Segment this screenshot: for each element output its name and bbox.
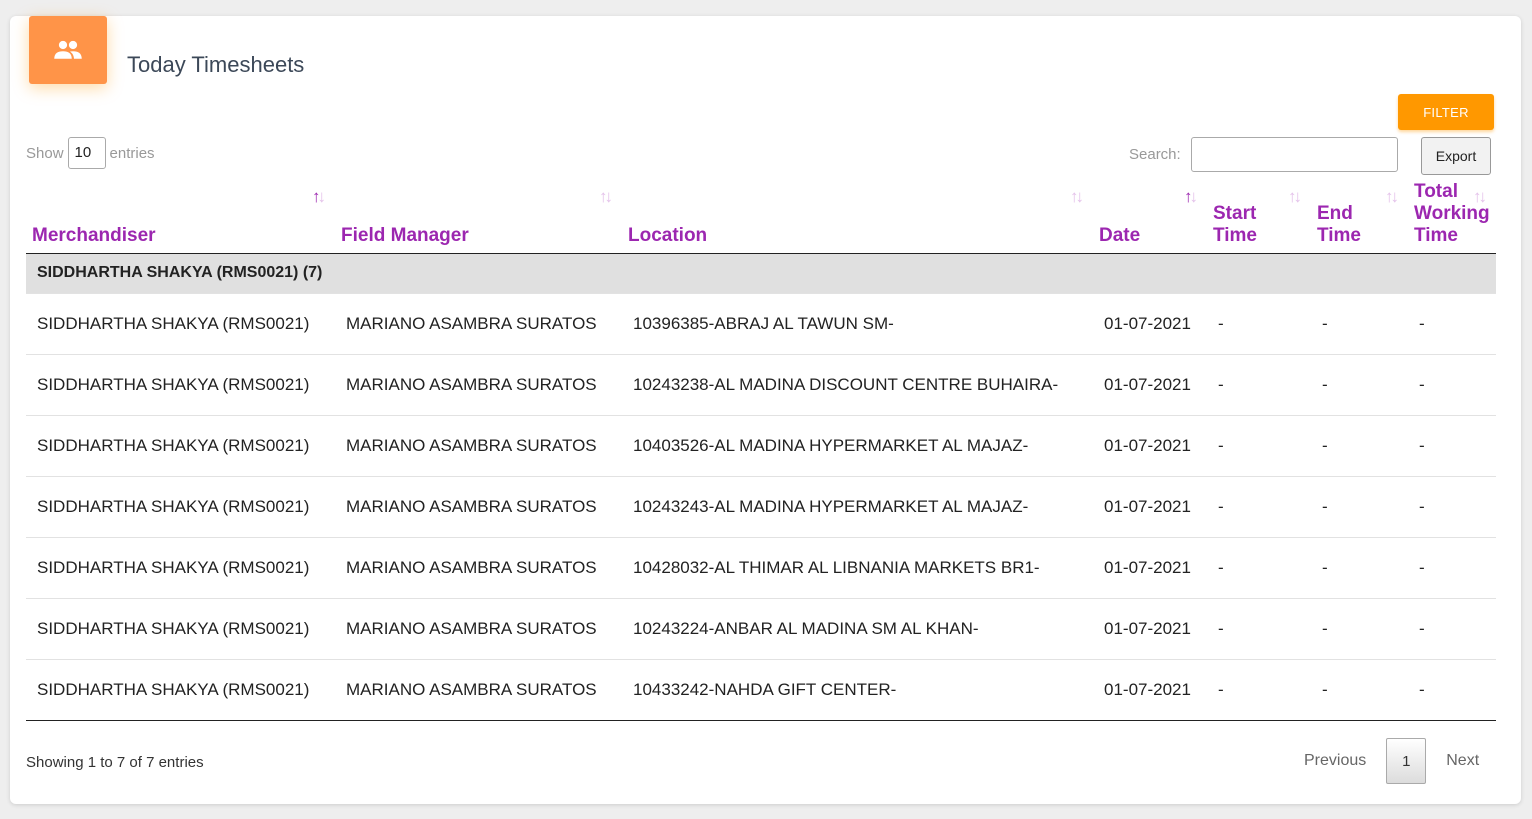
column-header-date[interactable]: Date ↑↓ [1093,180,1207,254]
search-label: Search: [1129,146,1181,163]
cell-end-time: - [1311,597,1408,659]
column-header-total-working-time[interactable]: Total Working Time ↑↓ [1408,180,1496,254]
people-icon [54,40,82,59]
cell-end-time: - [1311,658,1408,721]
column-label: Field Manager [341,224,469,246]
cell-date: 01-07-2021 [1093,658,1207,721]
table-row[interactable]: SIDDHARTHA SHAKYA (RMS0021) MARIANO ASAMB… [26,597,1496,659]
cell-merchandiser: SIDDHARTHA SHAKYA (RMS0021) [26,597,335,659]
filter-button[interactable]: FILTER [1398,94,1494,130]
column-header-start-time[interactable]: Start Time ↑↓ [1207,180,1311,254]
cell-end-time: - [1311,536,1408,598]
entries-select[interactable]: 10 [67,137,106,169]
cell-date: 01-07-2021 [1093,292,1207,354]
cell-start-time: - [1207,353,1311,415]
column-header-location[interactable]: Location ↑↓ [622,180,1093,254]
cell-end-time: - [1311,353,1408,415]
next-page-button[interactable]: Next [1432,752,1493,770]
cell-location: 10396385-ABRAJ AL TAWUN SM- [622,292,1093,354]
cell-location: 10433242-NAHDA GIFT CENTER- [622,658,1093,721]
cell-start-time: - [1207,536,1311,598]
cell-merchandiser: SIDDHARTHA SHAKYA (RMS0021) [26,414,335,476]
page-title: Today Timesheets [127,52,305,77]
entries-label: entries [109,144,155,162]
sort-arrows-icon: ↑↓ [1473,187,1487,206]
cell-date: 01-07-2021 [1093,597,1207,659]
cell-field-manager: MARIANO ASAMBRA SURATOS [335,597,622,659]
cell-merchandiser: SIDDHARTHA SHAKYA (RMS0021) [26,353,335,415]
cell-start-time: - [1207,658,1311,721]
timesheets-table: Merchandiser ↑↓ Field Manager ↑↓ Location ↑↓ D… [26,180,1496,721]
sort-arrows-icon: ↑↓ [1288,187,1302,206]
table-header-row: Merchandiser ↑↓ Field Manager ↑↓ Location ↑↓ D… [26,180,1496,254]
cell-total-working-time: - [1408,353,1496,415]
table-row[interactable]: SIDDHARTHA SHAKYA (RMS0021) MARIANO ASAMB… [26,658,1496,721]
cell-end-time: - [1311,475,1408,537]
cell-location: 10243224-ANBAR AL MADINA SM AL KHAN- [622,597,1093,659]
cell-field-manager: MARIANO ASAMBRA SURATOS [335,658,622,721]
pagination: Previous 1 Next [1290,738,1493,784]
cell-start-time: - [1207,292,1311,354]
cell-location: 10403526-AL MADINA HYPERMARKET AL MAJAZ- [622,414,1093,476]
cell-total-working-time: - [1408,597,1496,659]
cell-location: 10243238-AL MADINA DISCOUNT CENTRE BUHAI… [622,353,1093,415]
table-info: Showing 1 to 7 of 7 entries [26,754,204,771]
cell-date: 01-07-2021 [1093,353,1207,415]
table-row[interactable]: SIDDHARTHA SHAKYA (RMS0021) MARIANO ASAMB… [26,414,1496,476]
cell-total-working-time: - [1408,475,1496,537]
column-label: Start Time [1213,202,1258,246]
column-label: End Time [1317,202,1362,246]
card-header-icon [29,16,107,84]
sort-arrows-icon: ↑↓ [312,187,326,206]
column-header-field-manager[interactable]: Field Manager ↑↓ [335,180,622,254]
cell-start-time: - [1207,475,1311,537]
cell-start-time: - [1207,414,1311,476]
sort-arrows-icon: ↑↓ [1184,187,1198,206]
cell-field-manager: MARIANO ASAMBRA SURATOS [335,414,622,476]
cell-location: 10428032-AL THIMAR AL LIBNANIA MARKETS B… [622,536,1093,598]
cell-start-time: - [1207,597,1311,659]
cell-date: 01-07-2021 [1093,536,1207,598]
cell-merchandiser: SIDDHARTHA SHAKYA (RMS0021) [26,658,335,721]
column-label: Merchandiser [32,224,156,246]
group-label: SIDDHARTHA SHAKYA (RMS0021) (7) [26,253,1496,293]
cell-field-manager: MARIANO ASAMBRA SURATOS [335,475,622,537]
column-label: Date [1099,224,1141,246]
table-row[interactable]: SIDDHARTHA SHAKYA (RMS0021) MARIANO ASAMB… [26,292,1496,354]
column-label: Location [628,224,708,246]
entries-length-control: Show 10 entries [26,137,155,169]
cell-merchandiser: SIDDHARTHA SHAKYA (RMS0021) [26,536,335,598]
cell-total-working-time: - [1408,658,1496,721]
sort-arrows-icon: ↑↓ [599,187,613,206]
cell-location: 10243243-AL MADINA HYPERMARKET AL MAJAZ- [622,475,1093,537]
cell-date: 01-07-2021 [1093,414,1207,476]
show-label: Show [26,144,64,162]
cell-total-working-time: - [1408,292,1496,354]
column-header-end-time[interactable]: End Time ↑↓ [1311,180,1408,254]
sort-arrows-icon: ↑↓ [1385,187,1399,206]
cell-end-time: - [1311,414,1408,476]
cell-field-manager: MARIANO ASAMBRA SURATOS [335,353,622,415]
cell-end-time: - [1311,292,1408,354]
column-header-merchandiser[interactable]: Merchandiser ↑↓ [26,180,335,254]
group-row[interactable]: SIDDHARTHA SHAKYA (RMS0021) (7) [26,253,1496,293]
table-row[interactable]: SIDDHARTHA SHAKYA (RMS0021) MARIANO ASAMB… [26,475,1496,537]
page-button-current[interactable]: 1 [1386,738,1427,784]
cell-merchandiser: SIDDHARTHA SHAKYA (RMS0021) [26,292,335,354]
cell-total-working-time: - [1408,414,1496,476]
table-row[interactable]: SIDDHARTHA SHAKYA (RMS0021) MARIANO ASAMB… [26,536,1496,598]
cell-field-manager: MARIANO ASAMBRA SURATOS [335,292,622,354]
export-button[interactable]: Export [1421,137,1491,175]
previous-page-button[interactable]: Previous [1290,752,1380,770]
table-row[interactable]: SIDDHARTHA SHAKYA (RMS0021) MARIANO ASAMB… [26,353,1496,415]
search-input[interactable] [1191,137,1398,172]
cell-date: 01-07-2021 [1093,475,1207,537]
cell-total-working-time: - [1408,536,1496,598]
sort-arrows-icon: ↑↓ [1070,187,1084,206]
cell-field-manager: MARIANO ASAMBRA SURATOS [335,536,622,598]
cell-merchandiser: SIDDHARTHA SHAKYA (RMS0021) [26,475,335,537]
